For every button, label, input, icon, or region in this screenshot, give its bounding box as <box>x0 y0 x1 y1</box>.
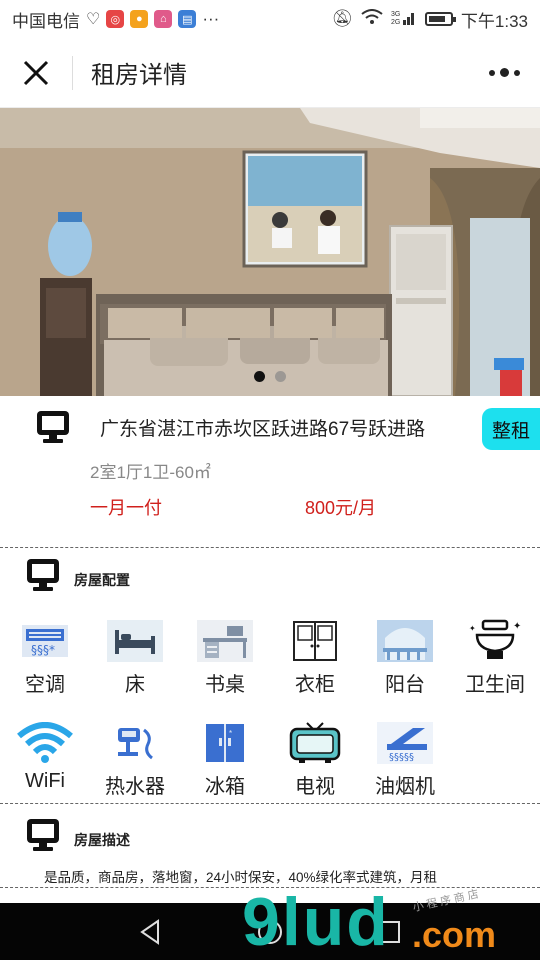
amenity-label: 冰箱 <box>205 776 245 798</box>
back-icon[interactable] <box>136 917 166 947</box>
close-icon <box>23 60 49 85</box>
rent-type-badge: 整租 <box>482 408 540 450</box>
amenity-label: 床 <box>125 674 145 696</box>
amenity-air-conditioner: §§§* 空调 <box>0 618 90 697</box>
svg-text:✦: ✦ <box>513 621 521 632</box>
balcony-icon <box>377 618 433 664</box>
description-text: 是品质，商品房，落地窗，24小时保安，40%绿化率式建筑，月租 <box>44 870 438 885</box>
listing-info: 广东省湛江市赤坎区跃进路67号跃进路 整租 2室1厅1卫-60㎡ 一月一付 80… <box>0 396 540 548</box>
amenity-balcony: 阳台 <box>360 618 450 697</box>
description-section: 房屋描述 是品质，商品房，落地窗，24小时保安，40%绿化率式建筑，月租 <box>0 804 540 888</box>
svg-text:✦: ✦ <box>469 624 476 633</box>
wardrobe-icon <box>287 618 343 664</box>
water-heater-icon <box>107 720 163 766</box>
amenity-wifi: WiFi <box>0 720 90 799</box>
section-title: 房屋配置 <box>74 572 130 588</box>
payment-term: 一月一付 <box>90 498 162 518</box>
more-dot-icon <box>489 69 495 76</box>
wifi-status-icon <box>361 8 383 30</box>
amenity-label: 卫生间 <box>465 674 525 696</box>
mute-icon: 🔕︎ <box>331 9 353 28</box>
amenity-label: 油烟机 <box>375 776 435 798</box>
living-room-photo <box>0 108 540 396</box>
watermark-logo: 9lud <box>242 884 390 960</box>
more-notifications-icon: ··· <box>202 9 220 28</box>
location-icon: ● <box>130 10 149 28</box>
amenity-label: WiFi <box>25 770 65 792</box>
page-title: 租房详情 <box>91 62 187 89</box>
amenity-bed: 床 <box>90 618 180 697</box>
listing-photo-carousel[interactable] <box>0 108 540 396</box>
amenities-row-1: §§§* 空调 床 书桌 衣柜 阳台 ✦ ✦ 卫生间 <box>0 618 540 697</box>
listing-address: 广东省湛江市赤坎区跃进路67号跃进路 <box>100 418 426 440</box>
svg-text:§§§*: §§§* <box>31 643 55 657</box>
nav-divider <box>72 55 73 90</box>
amenities-row-2: WiFi 热水器 * 冰箱 电视 §§§§§ 油烟机 <box>0 720 540 799</box>
weibo-icon: ◎ <box>106 10 125 28</box>
amenity-label: 空调 <box>25 674 65 696</box>
amenity-water-heater: 热水器 <box>90 720 180 799</box>
monthly-price: 800元/月 <box>305 498 377 518</box>
computer-icon <box>37 411 69 443</box>
signal-icon: 3G 2G <box>391 9 417 30</box>
section-title: 房屋描述 <box>74 832 130 848</box>
carousel-indicator <box>0 371 540 382</box>
amenity-range-hood: §§§§§ 油烟机 <box>360 720 450 799</box>
carousel-dot-active[interactable] <box>254 371 265 382</box>
air-conditioner-icon: §§§* <box>17 618 73 664</box>
carousel-dot[interactable] <box>275 371 286 382</box>
amenity-fridge: * 冰箱 <box>180 720 270 799</box>
amenity-label: 热水器 <box>105 776 165 798</box>
health-icon: ♡ <box>86 11 101 28</box>
home-app-icon: ⌂ <box>154 10 173 28</box>
navigation-bar: 租房详情 <box>0 38 540 108</box>
watermark-domain: .com <box>412 914 497 955</box>
amenity-tv: 电视 <box>270 720 360 799</box>
status-bar: 中国电信 ♡ ◎ ● ⌂ ▤ ··· 🔕︎ 3G 2G 下午1:33 <box>0 0 540 38</box>
more-dot-icon <box>500 68 509 77</box>
toilet-icon: ✦ ✦ <box>467 618 523 664</box>
svg-text:*: * <box>229 729 232 738</box>
amenity-toilet: ✦ ✦ 卫生间 <box>450 618 540 697</box>
amenity-wardrobe: 衣柜 <box>270 618 360 697</box>
amenity-label: 电视 <box>295 776 335 798</box>
clock: 下午1:33 <box>460 11 528 31</box>
room-layout: 2室1厅1卫-60㎡ <box>90 463 211 482</box>
tv-icon <box>287 720 343 766</box>
svg-text:2G: 2G <box>391 19 400 25</box>
battery-icon <box>424 12 456 26</box>
more-dot-icon <box>514 69 520 76</box>
amenity-label: 阳台 <box>385 674 425 696</box>
bed-icon <box>107 618 163 664</box>
computer-icon <box>27 559 59 591</box>
amenity-desk: 书桌 <box>180 618 270 697</box>
wifi-icon <box>17 720 73 766</box>
more-options-button[interactable] <box>489 68 520 77</box>
notes-app-icon: ▤ <box>178 10 197 28</box>
fridge-icon: * <box>197 720 253 766</box>
carrier-label: 中国电信 <box>12 11 80 31</box>
range-hood-icon: §§§§§ <box>377 720 433 766</box>
computer-icon <box>27 819 59 851</box>
svg-text:§§§§§: §§§§§ <box>389 752 414 763</box>
svg-text:3G: 3G <box>391 11 400 18</box>
desk-icon <box>197 618 253 664</box>
amenities-section: 房屋配置 §§§* 空调 床 书桌 衣柜 阳台 ✦ ✦ 卫生间 WiFi 热水器… <box>0 548 540 804</box>
close-button[interactable] <box>0 38 72 108</box>
amenity-label: 衣柜 <box>295 674 335 696</box>
amenity-label: 书桌 <box>205 674 245 696</box>
